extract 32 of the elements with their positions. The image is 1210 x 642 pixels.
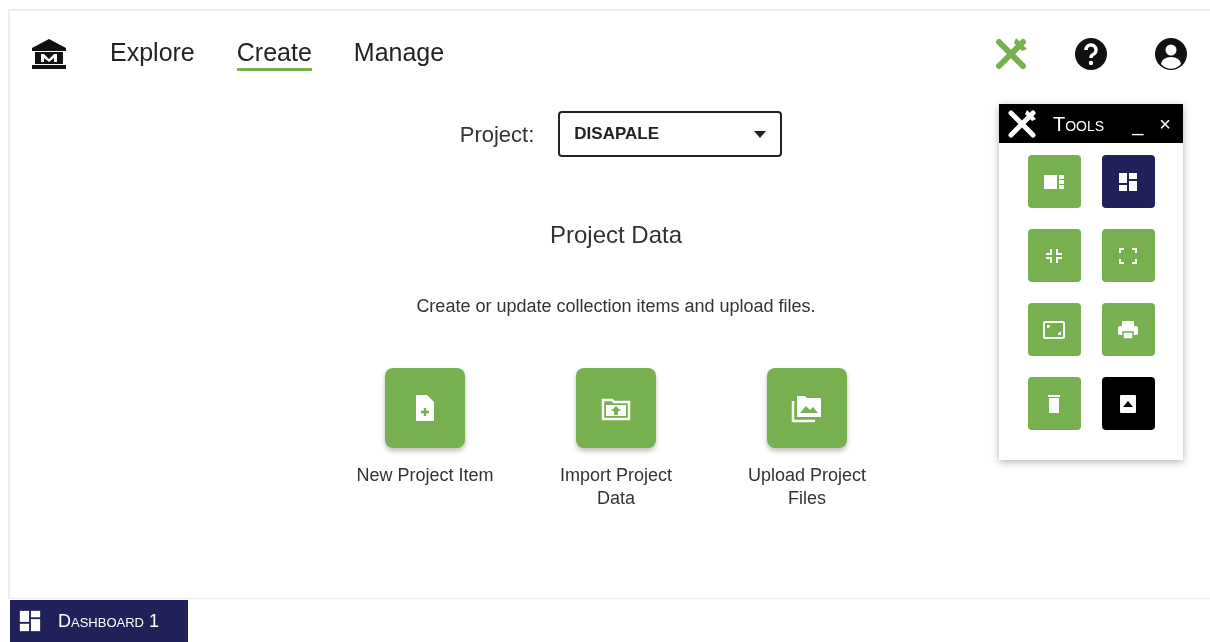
sidebar-button[interactable] [1027,155,1081,208]
user-icon[interactable] [1154,37,1188,71]
action-label: New Project Item [355,464,495,487]
section-description: Create or update collection items and upload files. [416,295,816,318]
dashboard-button[interactable] [1101,155,1155,208]
nav-link[interactable]: Manage [353,36,445,72]
expand-button[interactable] [1101,229,1155,282]
dashboard-icon [18,609,42,633]
caret-icon [754,130,767,138]
help-icon[interactable] [1074,37,1108,71]
trash-button[interactable] [1027,377,1081,430]
nav-link[interactable]: Explore [110,36,195,72]
minimize-button[interactable]: _ [1128,113,1148,134]
close-button[interactable]: × [1155,113,1175,134]
action-label: Import Project Data [558,464,673,509]
project-label: Project: [459,120,535,149]
panel-title: Tools [1053,111,1105,137]
action-label: Upload Project Files [746,464,868,509]
tools-icon[interactable] [994,37,1028,71]
upload-files-button[interactable] [767,368,847,448]
section-title: Project Data [549,220,683,250]
dashboard-tab[interactable]: Dashboard 1 [10,600,188,642]
new-item-button[interactable] [385,368,465,448]
collapse-button[interactable] [1027,229,1081,282]
nav-link[interactable]: Create [236,36,312,72]
frame-button[interactable] [1027,303,1081,356]
import-data-button[interactable] [576,368,656,448]
tools-icon [1007,108,1037,139]
project-dropdown[interactable]: DISAPALE [558,111,783,157]
print-button[interactable] [1101,303,1155,356]
archive-button[interactable] [1101,377,1155,430]
museum-logo-icon[interactable] [32,39,66,69]
